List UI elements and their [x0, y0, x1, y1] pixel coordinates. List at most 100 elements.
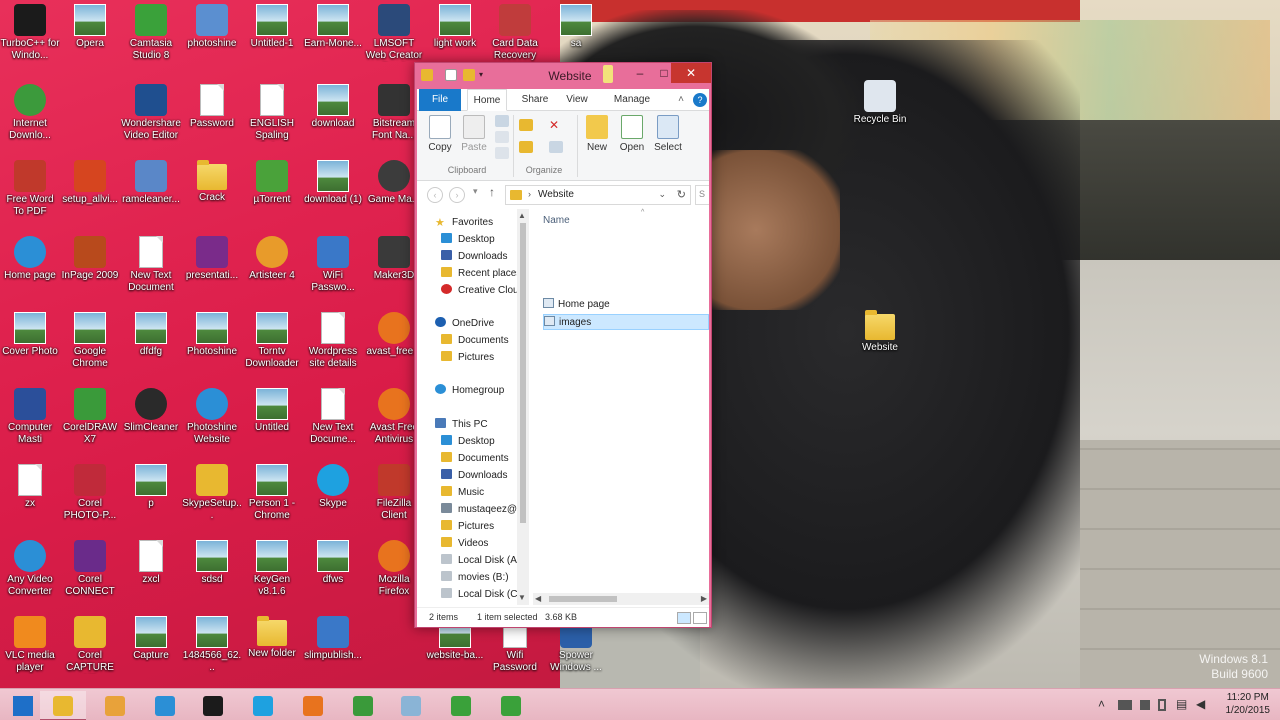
search-box[interactable]: S	[695, 185, 709, 205]
nav-homegroup[interactable]: Homegroup	[435, 383, 504, 399]
tab-manage[interactable]: Manage	[609, 89, 655, 111]
taskbar-button-paint-palette[interactable]	[92, 691, 138, 720]
desktop-icon-35[interactable]: Wordpress site details	[303, 312, 363, 370]
nav-scrollbar[interactable]: ▲ ▼	[517, 209, 529, 605]
desktop-icon-26[interactable]: presentati...	[182, 236, 242, 282]
nav-onedrive-pictures[interactable]: Pictures	[441, 350, 494, 366]
desktop-icon-2[interactable]: Camtasia Studio 8	[121, 4, 181, 62]
new-button[interactable]: New	[583, 115, 611, 153]
desktop-icon-10[interactable]: Internet Downlo...	[0, 84, 60, 142]
nav-pc-desktop[interactable]: Desktop	[441, 434, 495, 450]
taskbar-button-camtasia-recorder[interactable]	[438, 691, 484, 720]
system-clock[interactable]: 11:20 PM 1/20/2015	[1226, 691, 1271, 717]
desktop-icon-11[interactable]: Wondershare Video Editor	[121, 84, 181, 142]
taskbar-button-skype[interactable]	[240, 691, 286, 720]
scroll-thumb[interactable]	[520, 223, 526, 523]
nav-onedrive-documents[interactable]: Documents	[441, 333, 509, 349]
nav-pc-downloads[interactable]: Downloads	[441, 468, 507, 484]
forward-button[interactable]: ›	[449, 187, 465, 203]
desktop-icon-9[interactable]: sa	[546, 4, 606, 50]
desktop-icon-53[interactable]: zxcl	[121, 540, 181, 586]
desktop-icon-59[interactable]: Corel CAPTURE X7	[60, 616, 120, 674]
list-horizontal-scrollbar[interactable]: ◀ ▶	[533, 593, 709, 605]
tab-view[interactable]: View	[559, 89, 595, 111]
desktop-icon-12[interactable]: Password	[182, 84, 242, 130]
address-bar[interactable]: › Website ⌄ ↻	[505, 185, 691, 205]
desktop-icon-46[interactable]: p	[121, 464, 181, 510]
taskbar-button-file-explorer[interactable]	[40, 691, 86, 720]
desktop-icon-34[interactable]: Torntv Downloader	[242, 312, 302, 370]
collapse-ribbon-icon[interactable]: ˄	[675, 89, 687, 111]
tab-share[interactable]: Share	[515, 89, 555, 111]
desktop-icon-37[interactable]: Computer Masti	[0, 388, 60, 446]
scroll-thumb[interactable]	[549, 596, 617, 602]
desktop-icon-14[interactable]: download	[303, 84, 363, 130]
details-view-button[interactable]	[677, 612, 691, 624]
copy-to-icon[interactable]	[519, 141, 533, 153]
new-folder-icon[interactable]	[463, 69, 475, 81]
nav-creative-cloud[interactable]: Creative Clou	[441, 283, 519, 299]
nav-drive-b[interactable]: movies (B:)	[441, 570, 509, 586]
select-button[interactable]: Select	[653, 115, 683, 153]
file-row-home-page[interactable]: Home page	[543, 297, 709, 313]
close-button[interactable]: ✕	[671, 63, 711, 83]
desktop-icon-49[interactable]: Skype	[303, 464, 363, 510]
volume-icon[interactable]: ◀	[1196, 697, 1205, 711]
breadcrumb-website[interactable]: Website	[538, 189, 574, 200]
desktop-icon-33[interactable]: Photoshine	[182, 312, 242, 358]
large-icons-view-button[interactable]	[693, 612, 707, 624]
minimize-button[interactable]: –	[627, 63, 653, 83]
desktop-icon-58[interactable]: VLC media player	[0, 616, 60, 674]
desktop-icon-3[interactable]: photoshine	[182, 4, 242, 50]
desktop-icon-45[interactable]: Corel PHOTO-P...	[60, 464, 120, 522]
tab-home[interactable]: Home	[467, 89, 507, 111]
desktop-icon-0[interactable]: TurboC++ for Windo...	[0, 4, 60, 62]
desktop-icon-31[interactable]: Google Chrome	[60, 312, 120, 370]
desktop-icon-67[interactable]: Recycle Bin	[850, 80, 910, 126]
copy-button[interactable]: Copy	[425, 115, 455, 153]
column-header-name[interactable]: Name	[543, 215, 570, 226]
nav-pc-videos[interactable]: Videos	[441, 536, 488, 552]
copy-path-icon[interactable]	[495, 131, 509, 143]
desktop-icon-6[interactable]: LMSOFT Web Creator Pro 6	[364, 4, 424, 62]
taskbar-button-internet-explorer[interactable]	[142, 691, 188, 720]
nav-downloads[interactable]: Downloads	[441, 249, 507, 265]
file-row-images[interactable]: images	[543, 314, 709, 330]
delete-icon[interactable]: ✕	[549, 119, 563, 131]
up-arrow-icon[interactable]: ↑	[489, 185, 495, 199]
move-to-icon[interactable]	[519, 119, 533, 131]
desktop-icon-17[interactable]: setup_allvi...	[60, 160, 120, 206]
desktop-icon-52[interactable]: Corel CONNECT X7	[60, 540, 120, 598]
nav-onedrive[interactable]: OneDrive	[435, 316, 494, 332]
desktop-icon-32[interactable]: dfdfg	[121, 312, 181, 358]
desktop-icon-28[interactable]: WiFi Passwo...	[303, 236, 363, 294]
chevron-up-icon[interactable]: ˄	[1098, 697, 1105, 711]
chevron-down-icon[interactable]: ▾	[479, 69, 487, 81]
scroll-up-icon[interactable]: ▲	[518, 211, 526, 220]
rename-icon[interactable]	[549, 141, 563, 153]
desktop-icon-30[interactable]: Cover Photo	[0, 312, 60, 358]
desktop-icon-20[interactable]: µTorrent	[242, 160, 302, 206]
desktop-icon-21[interactable]: download (1)	[303, 160, 363, 206]
desktop-icon-51[interactable]: Any Video Converter	[0, 540, 60, 598]
desktop-icon-4[interactable]: Untitled-1	[242, 4, 302, 50]
desktop-icon-1[interactable]: Opera	[60, 4, 120, 50]
desktop-icon-68[interactable]: Website	[850, 310, 910, 354]
taskbar-button-command-prompt[interactable]	[190, 691, 236, 720]
desktop-icon-62[interactable]: New folder	[242, 616, 302, 660]
nav-pc-user-folder[interactable]: mustaqeez@...	[441, 502, 525, 518]
back-button[interactable]: ‹	[427, 187, 443, 203]
desktop-icon-61[interactable]: 1484566_62...	[182, 616, 242, 674]
nav-pc-music[interactable]: Music	[441, 485, 484, 501]
desktop-icon-41[interactable]: Untitled	[242, 388, 302, 434]
desktop-icon-8[interactable]: Card Data Recovery	[485, 4, 545, 62]
explorer-window[interactable]: ▾ Website – □ ✕ File Home Share View Man…	[414, 62, 712, 628]
title-bar[interactable]: ▾ Website – □ ✕	[415, 63, 711, 89]
taskbar-button-notepad[interactable]	[388, 691, 434, 720]
desktop-icon-38[interactable]: CorelDRAW X7	[60, 388, 120, 446]
nav-favorites[interactable]: ★ Favorites	[435, 215, 493, 231]
desktop-icon-40[interactable]: Photoshine Website	[182, 388, 242, 446]
desktop-icon-42[interactable]: New Text Docume...	[303, 388, 363, 446]
tab-file[interactable]: File	[419, 89, 461, 111]
cut-icon[interactable]	[495, 115, 509, 127]
